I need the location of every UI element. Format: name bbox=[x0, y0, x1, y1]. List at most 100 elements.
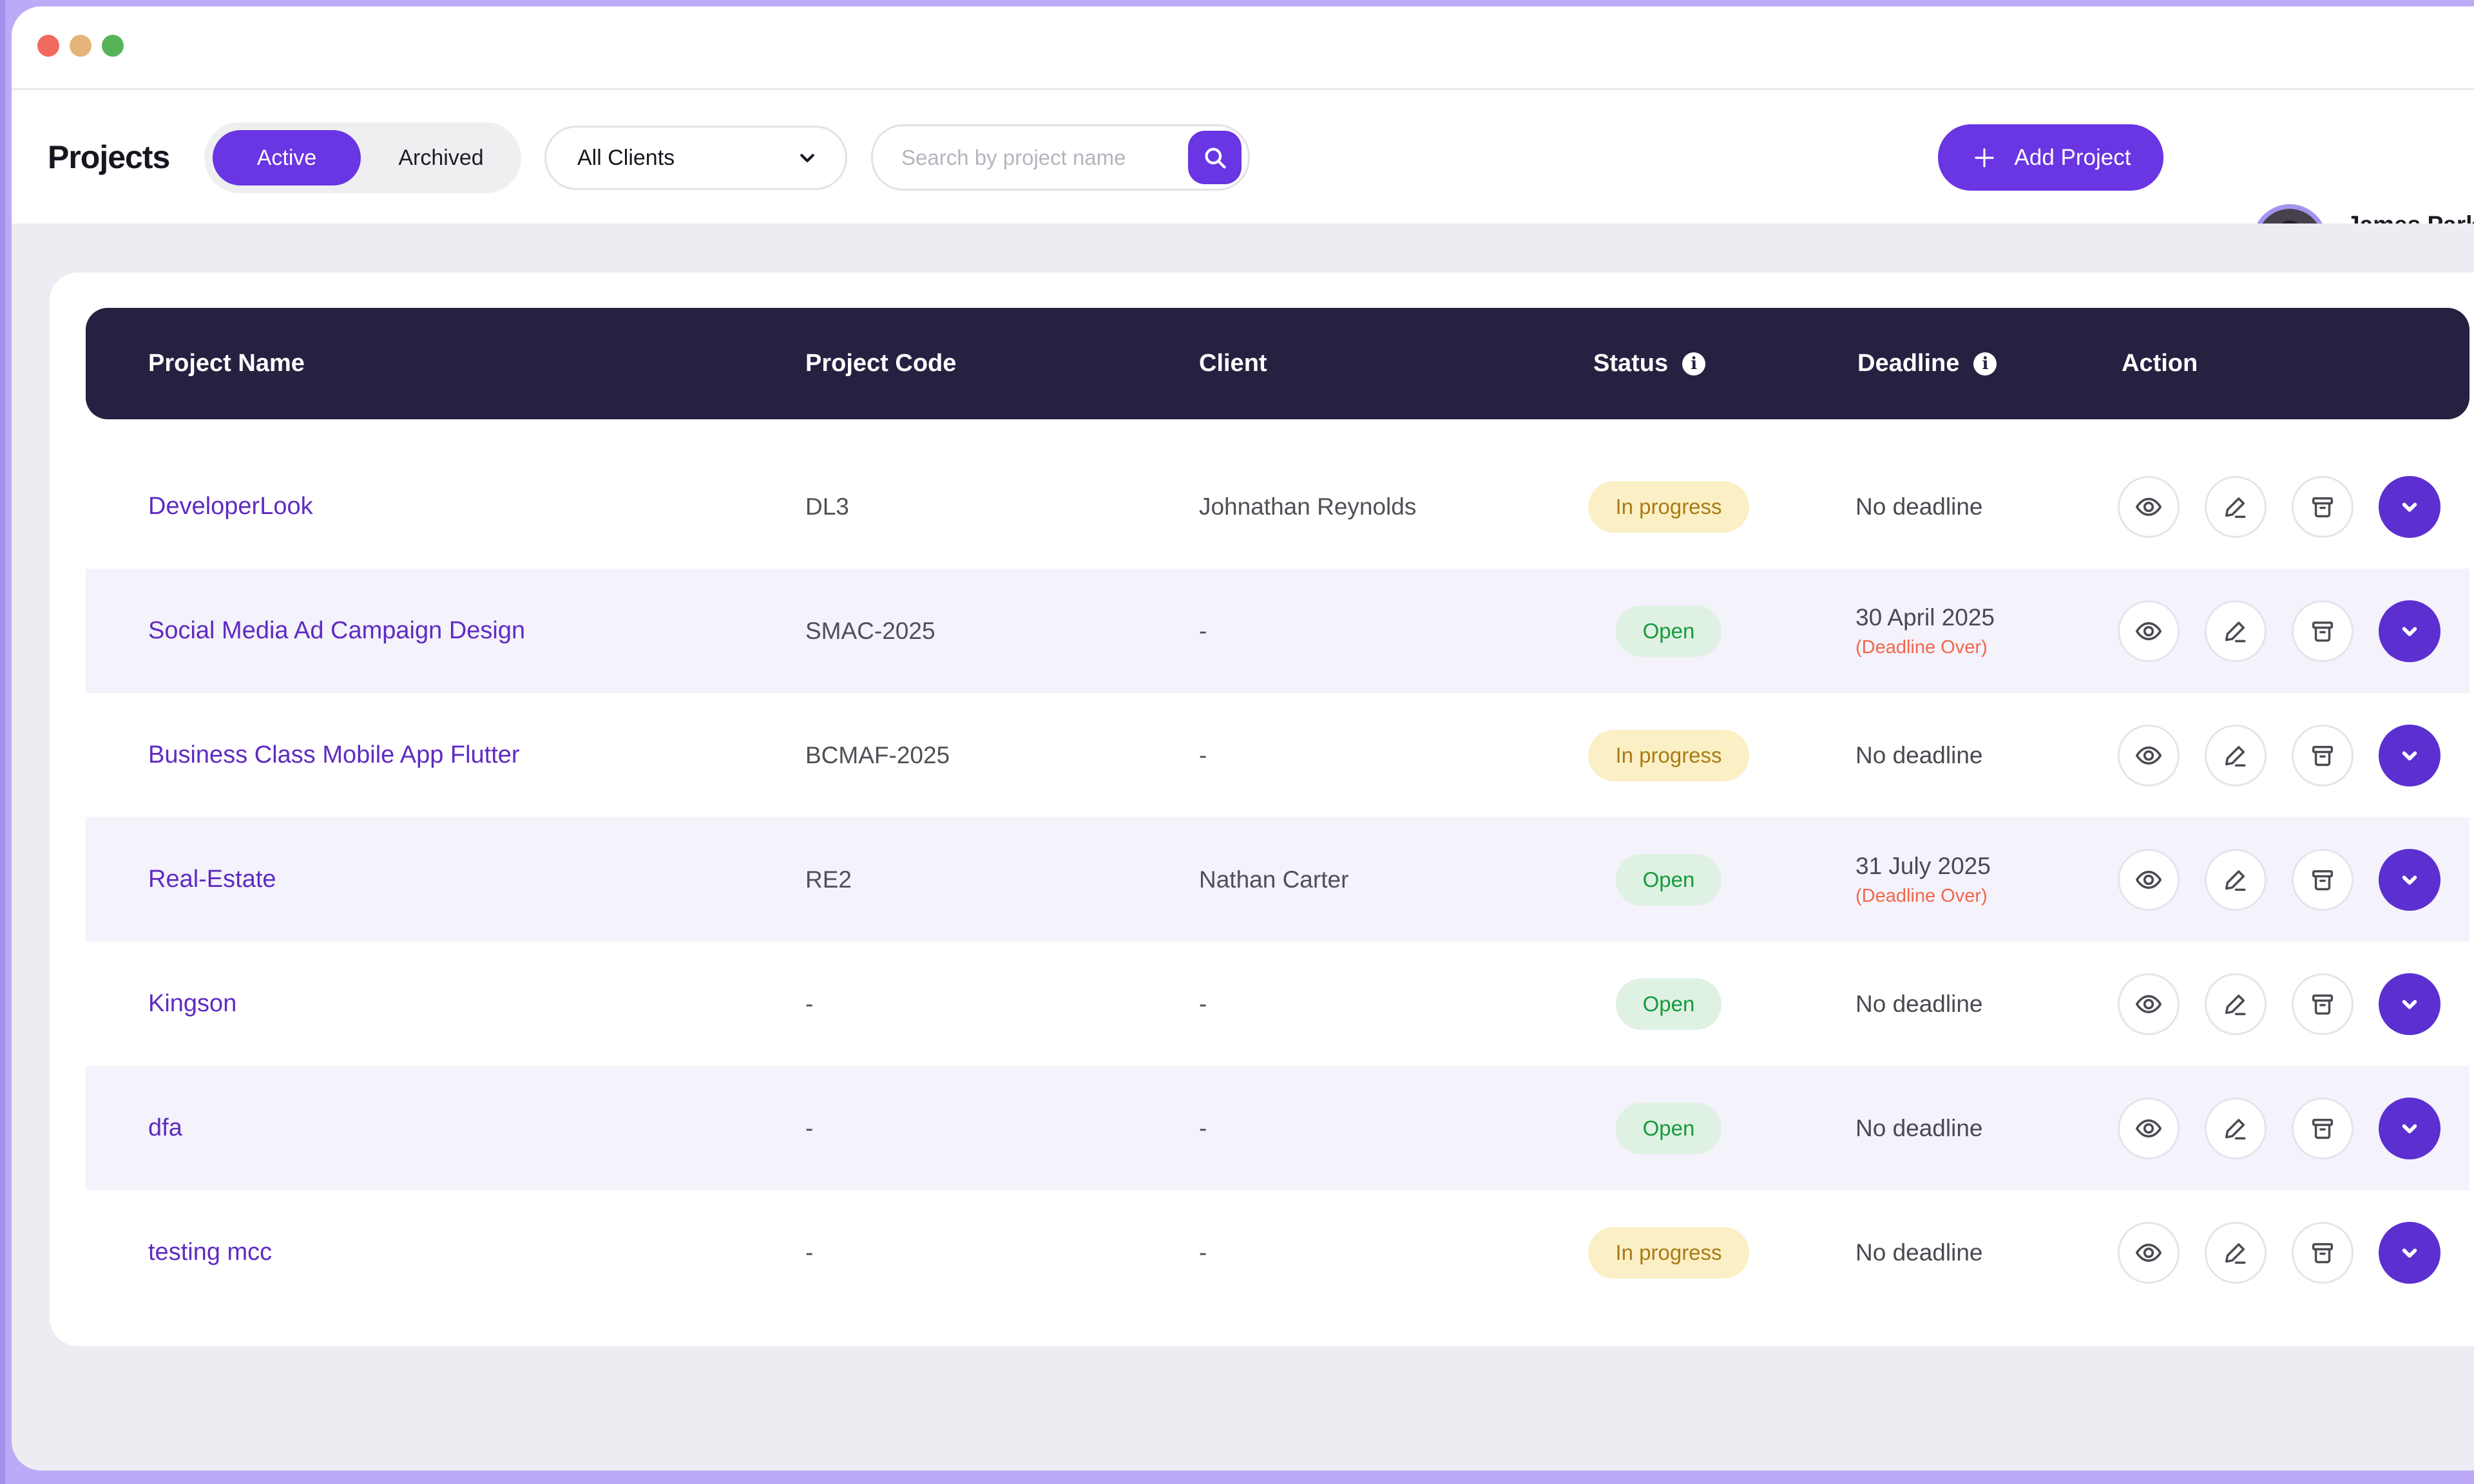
client-name: - bbox=[1199, 618, 1207, 645]
pencil-icon bbox=[2221, 493, 2250, 521]
edit-button[interactable] bbox=[2205, 973, 2267, 1035]
table-row: DeveloperLook DL3 Johnathan Reynolds In … bbox=[86, 444, 2469, 569]
window-frame-edge bbox=[0, 0, 5, 1484]
view-button[interactable] bbox=[2118, 1098, 2180, 1159]
project-code: BCMAF-2025 bbox=[805, 742, 950, 769]
tab-active[interactable]: Active bbox=[213, 130, 361, 186]
expand-row-button[interactable] bbox=[2379, 476, 2440, 538]
pencil-icon bbox=[2221, 741, 2250, 770]
column-header-status: Status i bbox=[1593, 308, 1705, 419]
project-code: DL3 bbox=[805, 493, 849, 520]
pencil-icon bbox=[2221, 617, 2250, 645]
project-name-link[interactable]: dfa bbox=[148, 1114, 182, 1142]
search-button[interactable] bbox=[1188, 131, 1242, 184]
zoom-window-button[interactable] bbox=[102, 35, 124, 57]
table-row: Real-Estate RE2 Nathan Carter Open 31 Ju… bbox=[86, 817, 2469, 942]
deadline-over-note: (Deadline Over) bbox=[1856, 886, 1988, 907]
archive-box-icon bbox=[2308, 1114, 2337, 1143]
view-button[interactable] bbox=[2118, 725, 2180, 786]
project-name-link[interactable]: testing mcc bbox=[148, 1239, 272, 1266]
expand-row-button[interactable] bbox=[2379, 1098, 2440, 1159]
archive-button[interactable] bbox=[2292, 973, 2354, 1035]
client-name: Nathan Carter bbox=[1199, 866, 1348, 893]
project-name-link[interactable]: Business Class Mobile App Flutter bbox=[148, 741, 520, 769]
client-filter-select[interactable]: All Clients bbox=[544, 126, 847, 190]
expand-row-button[interactable] bbox=[2379, 849, 2440, 911]
archive-box-icon bbox=[2308, 866, 2337, 894]
add-project-button[interactable]: Add Project bbox=[1938, 124, 2163, 191]
project-code: SMAC-2025 bbox=[805, 618, 935, 645]
client-name: - bbox=[1199, 991, 1207, 1018]
client-filter-value: All Clients bbox=[577, 146, 675, 171]
pencil-icon bbox=[2221, 990, 2250, 1018]
archive-button[interactable] bbox=[2292, 1098, 2354, 1159]
toolbar: Projects Active Archived All Clients Add bbox=[12, 90, 2474, 224]
pencil-icon bbox=[2221, 866, 2250, 894]
project-name-link[interactable]: DeveloperLook bbox=[148, 493, 313, 520]
deadline-info-icon[interactable]: i bbox=[1973, 352, 1997, 376]
chevron-down-icon bbox=[2395, 617, 2424, 645]
view-button[interactable] bbox=[2118, 600, 2180, 662]
archive-button[interactable] bbox=[2292, 725, 2354, 786]
edit-button[interactable] bbox=[2205, 849, 2267, 911]
project-name-link[interactable]: Real-Estate bbox=[148, 866, 276, 893]
column-header-project-name: Project Name bbox=[148, 308, 305, 419]
projects-table-card: Project Name Project Code Client Status … bbox=[50, 272, 2474, 1346]
project-name-link[interactable]: Social Media Ad Campaign Design bbox=[148, 617, 525, 645]
column-header-client: Client bbox=[1199, 308, 1267, 419]
view-button[interactable] bbox=[2118, 1222, 2180, 1284]
table-row: Social Media Ad Campaign Design SMAC-202… bbox=[86, 569, 2469, 693]
close-window-button[interactable] bbox=[37, 35, 59, 57]
expand-row-button[interactable] bbox=[2379, 725, 2440, 786]
eye-icon bbox=[2134, 1238, 2163, 1268]
eye-icon bbox=[2134, 616, 2163, 646]
edit-button[interactable] bbox=[2205, 725, 2267, 786]
search-icon bbox=[1200, 143, 1230, 173]
expand-row-button[interactable] bbox=[2379, 973, 2440, 1035]
status-info-icon[interactable]: i bbox=[1682, 352, 1705, 376]
archive-box-icon bbox=[2308, 990, 2337, 1018]
chevron-down-icon bbox=[2395, 1239, 2424, 1267]
archive-button[interactable] bbox=[2292, 476, 2354, 538]
edit-button[interactable] bbox=[2205, 1222, 2267, 1284]
project-code: - bbox=[805, 1115, 813, 1142]
eye-icon bbox=[2134, 741, 2163, 770]
titlebar bbox=[12, 6, 2474, 90]
deadline-text: No deadline bbox=[1856, 1115, 1982, 1142]
edit-button[interactable] bbox=[2205, 600, 2267, 662]
status-badge: Open bbox=[1616, 1103, 1722, 1154]
deadline-text: No deadline bbox=[1856, 1239, 1982, 1266]
client-name: - bbox=[1199, 742, 1207, 769]
page-body: Project Name Project Code Client Status … bbox=[12, 224, 2474, 1470]
expand-row-button[interactable] bbox=[2379, 600, 2440, 662]
client-name: Johnathan Reynolds bbox=[1199, 493, 1416, 520]
column-header-project-code: Project Code bbox=[805, 308, 956, 419]
status-badge: In progress bbox=[1588, 481, 1749, 533]
column-header-action: Action bbox=[2122, 308, 2198, 419]
status-badge: In progress bbox=[1588, 1227, 1749, 1279]
chevron-down-icon bbox=[2395, 866, 2424, 894]
table-header: Project Name Project Code Client Status … bbox=[86, 308, 2469, 419]
eye-icon bbox=[2134, 865, 2163, 895]
deadline-text: 31 July 2025 bbox=[1856, 853, 1991, 880]
table-row: dfa - - Open No deadline bbox=[86, 1066, 2469, 1190]
chevron-down-icon bbox=[795, 146, 820, 170]
archive-button[interactable] bbox=[2292, 600, 2354, 662]
minimize-window-button[interactable] bbox=[70, 35, 91, 57]
page-title: Projects bbox=[48, 90, 169, 224]
edit-button[interactable] bbox=[2205, 476, 2267, 538]
tab-archived[interactable]: Archived bbox=[361, 122, 521, 193]
expand-row-button[interactable] bbox=[2379, 1222, 2440, 1284]
edit-button[interactable] bbox=[2205, 1098, 2267, 1159]
project-name-link[interactable]: Kingson bbox=[148, 990, 236, 1018]
archive-button[interactable] bbox=[2292, 849, 2354, 911]
chevron-down-icon bbox=[2395, 493, 2424, 521]
chevron-down-icon bbox=[2395, 990, 2424, 1018]
view-button[interactable] bbox=[2118, 849, 2180, 911]
view-button[interactable] bbox=[2118, 476, 2180, 538]
view-button[interactable] bbox=[2118, 973, 2180, 1035]
archive-button[interactable] bbox=[2292, 1222, 2354, 1284]
project-code: RE2 bbox=[805, 866, 852, 893]
archive-box-icon bbox=[2308, 741, 2337, 770]
deadline-text: No deadline bbox=[1856, 991, 1982, 1018]
